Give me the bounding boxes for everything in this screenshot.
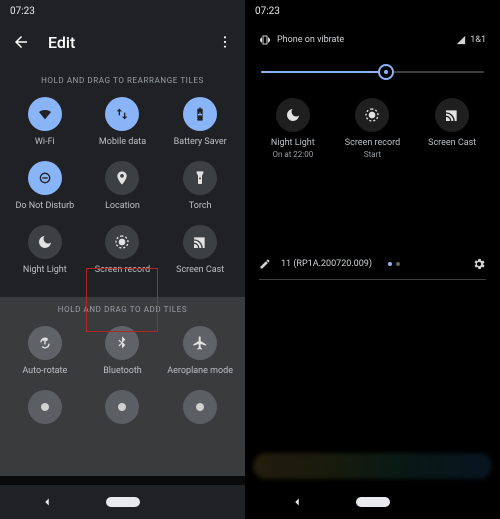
qs-tile-screen-record[interactable]: Screen record Start xyxy=(333,98,413,159)
page-dots xyxy=(388,262,400,266)
brightness-slider[interactable] xyxy=(261,60,484,84)
edit-tiles-screen: 07:23 Edit HOLD AND DRAG TO REARRANGE TI… xyxy=(0,0,245,519)
add-tiles-area: HOLD AND DRAG TO ADD TILES Auto-rotate B… xyxy=(0,297,245,476)
location-icon xyxy=(105,161,139,195)
tile-label: Screen record xyxy=(95,265,150,275)
ring-status-row: Phone on vibrate 1&1 xyxy=(245,22,500,54)
tile-dnd[interactable]: Do Not Disturb xyxy=(6,161,84,211)
background-blur xyxy=(253,453,492,479)
tile-partial[interactable] xyxy=(161,390,239,424)
ring-status-text: Phone on vibrate xyxy=(277,35,344,45)
tile-sublabel: On at 22:00 xyxy=(272,150,313,159)
tile-label: Auto-rotate xyxy=(22,366,67,376)
dot-active xyxy=(388,262,392,266)
nav-home-pill[interactable] xyxy=(356,497,390,507)
bluetooth-icon xyxy=(105,326,139,360)
torch-icon xyxy=(183,161,217,195)
build-text: 11 (RP1A.200720.009) xyxy=(281,259,372,269)
nav-back-icon[interactable] xyxy=(40,495,54,509)
night-light-icon xyxy=(28,225,62,259)
tile-label: Aeroplane mode xyxy=(167,366,233,376)
tile-label: Battery Saver xyxy=(174,137,227,147)
qs-tile-screen-cast[interactable]: Screen Cast xyxy=(412,98,492,159)
tile-sublabel: Start xyxy=(364,150,381,159)
edit-header: Edit xyxy=(0,22,245,62)
partial-icon xyxy=(28,390,62,424)
tile-label: Bluetooth xyxy=(103,366,142,376)
tile-torch[interactable]: Torch xyxy=(161,161,239,211)
tile-label: Screen record xyxy=(345,138,400,148)
active-tiles-area: HOLD AND DRAG TO REARRANGE TILES Wi-Fi M… xyxy=(0,62,245,297)
tile-bluetooth[interactable]: Bluetooth xyxy=(84,326,162,376)
nav-back-icon[interactable] xyxy=(290,495,304,509)
quick-settings-screen: 07:23 Phone on vibrate 1&1 Night Light O… xyxy=(245,0,500,519)
screen-cast-icon xyxy=(183,225,217,259)
tile-battery-saver[interactable]: Battery Saver xyxy=(161,97,239,147)
battery-saver-icon xyxy=(183,97,217,131)
tile-label: Location xyxy=(105,201,140,211)
gear-icon[interactable] xyxy=(472,257,486,271)
tile-label: Screen Cast xyxy=(428,138,476,148)
build-row: 11 (RP1A.200720.009) xyxy=(245,247,500,277)
night-light-icon xyxy=(276,98,310,132)
page-title: Edit xyxy=(48,33,217,52)
screen-record-icon xyxy=(105,225,139,259)
tile-label: Night Light xyxy=(23,265,67,275)
tile-label: Screen Cast xyxy=(176,265,224,275)
tile-wifi[interactable]: Wi-Fi xyxy=(6,97,84,147)
partial-icon xyxy=(105,390,139,424)
tile-label: Do Not Disturb xyxy=(15,201,74,211)
nav-home-pill[interactable] xyxy=(106,497,140,507)
qs-tiles-grid: Night Light On at 22:00 Screen record St… xyxy=(245,94,500,169)
rearrange-hint: HOLD AND DRAG TO REARRANGE TILES xyxy=(0,68,245,97)
more-icon[interactable] xyxy=(217,34,233,50)
edit-pencil-icon[interactable] xyxy=(259,258,271,270)
dnd-icon xyxy=(28,161,62,195)
nav-bar xyxy=(0,485,245,519)
status-time: 07:23 xyxy=(255,6,280,17)
qs-tile-night-light[interactable]: Night Light On at 22:00 xyxy=(253,98,333,159)
tile-location[interactable]: Location xyxy=(84,161,162,211)
tile-partial[interactable] xyxy=(84,390,162,424)
tile-partial[interactable] xyxy=(6,390,84,424)
tile-label: Mobile data xyxy=(99,137,146,147)
dot xyxy=(396,262,400,266)
back-arrow-icon[interactable] xyxy=(12,33,30,51)
status-bar: 07:23 xyxy=(245,0,500,22)
status-bar: 07:23 xyxy=(0,0,245,22)
add-hint: HOLD AND DRAG TO ADD TILES xyxy=(0,297,245,326)
screen-cast-icon xyxy=(435,98,469,132)
status-time: 07:23 xyxy=(10,6,35,17)
tile-auto-rotate[interactable]: Auto-rotate xyxy=(6,326,84,376)
mobile-data-icon xyxy=(105,97,139,131)
aeroplane-icon xyxy=(183,326,217,360)
nav-bar xyxy=(245,485,500,519)
active-tiles-grid: Wi-Fi Mobile data Battery Saver Do Not D… xyxy=(0,97,245,287)
tile-screen-record[interactable]: Screen record xyxy=(84,225,162,275)
signal-icon xyxy=(456,35,466,45)
divider xyxy=(259,279,486,280)
tile-label: Torch xyxy=(189,201,212,211)
wifi-icon xyxy=(28,97,62,131)
tile-label: Wi-Fi xyxy=(35,137,55,147)
tile-mobile-data[interactable]: Mobile data xyxy=(84,97,162,147)
tile-night-light[interactable]: Night Light xyxy=(6,225,84,275)
vibrate-icon[interactable] xyxy=(259,34,271,46)
brightness-fill xyxy=(261,71,386,73)
screen-record-icon xyxy=(355,98,389,132)
add-tiles-grid: Auto-rotate Bluetooth Aeroplane mode xyxy=(0,326,245,436)
carrier-label: 1&1 xyxy=(470,35,486,45)
partial-icon xyxy=(183,390,217,424)
brightness-thumb[interactable] xyxy=(378,64,394,80)
tile-label: Night Light xyxy=(271,138,315,148)
tile-screen-cast[interactable]: Screen Cast xyxy=(161,225,239,275)
auto-rotate-icon xyxy=(28,326,62,360)
tile-aeroplane[interactable]: Aeroplane mode xyxy=(161,326,239,376)
